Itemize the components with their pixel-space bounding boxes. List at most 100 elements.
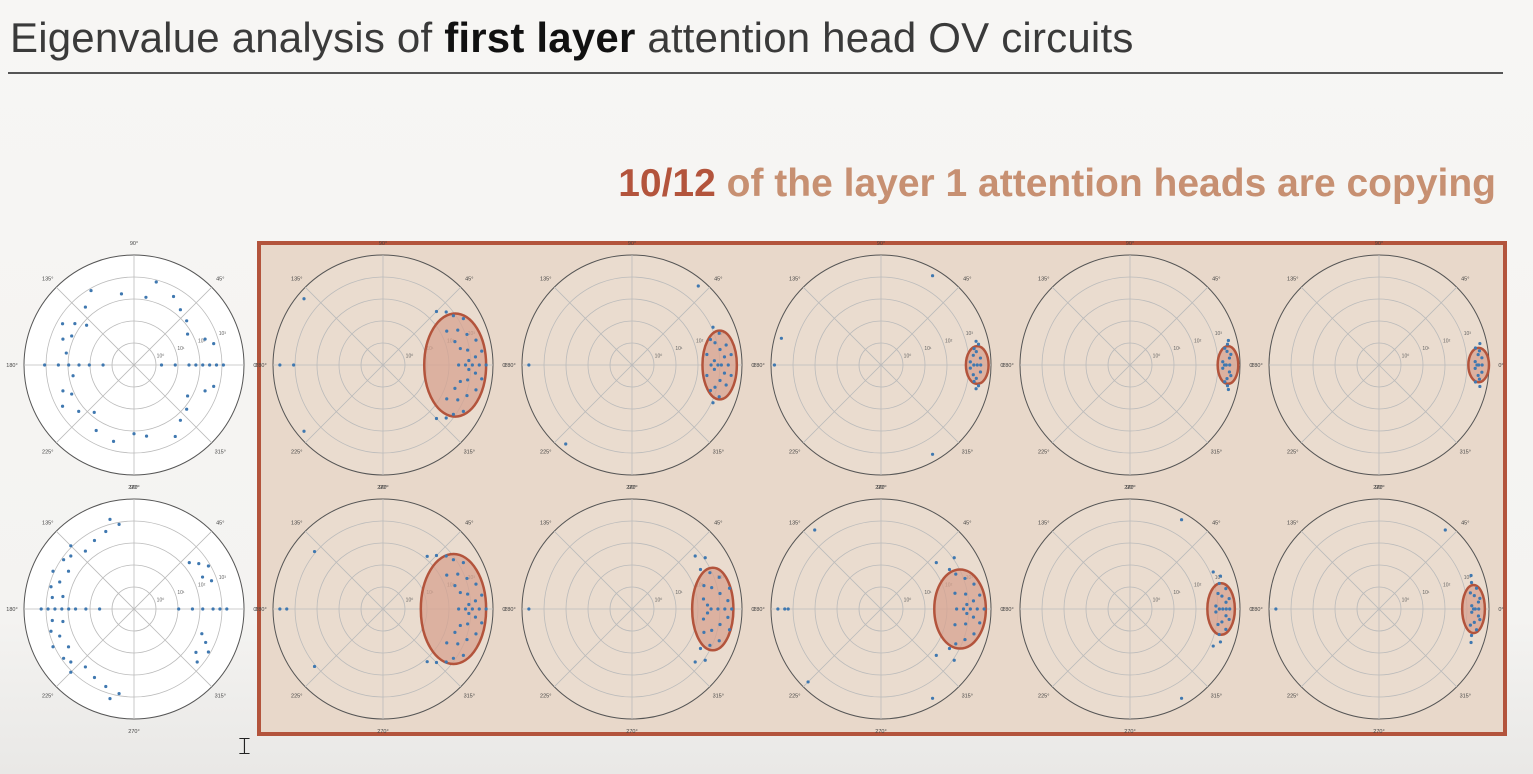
radial-tick-label: 10¹ [924,346,932,352]
eigenvalue-point [312,664,317,669]
eigenvalue-point [1274,607,1278,611]
eigenvalue-point [705,373,709,378]
radial-tick-label: 10³ [966,331,974,337]
angle-tick-label: 315° [1211,693,1222,699]
angle-tick-label: 225° [1038,693,1049,699]
eigenvalue-point [978,593,982,597]
eigenvalue-point [972,346,976,351]
eigenvalue-point [451,314,455,318]
eigenvalue-point [61,337,65,341]
angle-tick-label: 135° [1287,521,1298,527]
eigenvalue-point [61,389,65,393]
angle-tick-label: 135° [42,277,53,283]
eigenvalue-point [451,558,455,562]
angle-tick-label: 180° [6,607,17,613]
eigenvalue-point [171,294,176,299]
angle-tick-label: 315° [962,693,973,699]
eigenvalue-point [717,575,721,579]
angle-tick-label: 45° [1212,521,1220,527]
eigenvalue-point [461,560,465,565]
angle-tick-label: 180° [1251,363,1262,369]
eigenvalue-point [954,642,958,646]
angle-tick-label: 90° [628,241,636,247]
eigenvalue-point [203,389,207,393]
angle-tick-label: 90° [130,485,138,491]
angle-tick-label: 270° [1124,729,1135,735]
eigenvalue-point [1229,352,1233,357]
eigenvalue-point [963,637,967,642]
eigenvalue-point [425,554,429,558]
radial-tick-label: 10¹ [1422,590,1430,596]
eigenvalue-point [73,607,78,611]
eigenvalue-point [1218,640,1223,644]
eigenvalue-point [1473,380,1478,384]
eigenvalue-point [1179,518,1184,522]
eigenvalue-point [705,352,709,357]
angle-tick-label: 135° [789,521,800,527]
angle-tick-label: 45° [465,521,473,527]
eigenvalue-point [463,607,468,611]
eigenvalue-point [453,584,457,588]
angle-tick-label: 45° [216,521,224,527]
eigenvalue-point [1220,594,1224,598]
eigenvalue-point [144,434,149,438]
eigenvalue-point [190,607,195,611]
angle-tick-label: 45° [1461,521,1469,527]
angle-tick-label: 135° [789,277,800,283]
eigenvalue-point [66,569,71,573]
polar-plot-11: 0°45°90°135°180°225°270°315°10⁰10¹10²10³ [1002,485,1254,735]
eigenvalue-point [67,607,71,611]
angle-tick-label: 180° [1002,607,1013,613]
eigenvalue-point [221,363,225,367]
eigenvalue-point [1224,587,1228,591]
copying-region-ellipse [701,329,739,401]
eigenvalue-point [1224,607,1228,611]
eigenvalue-point [713,385,717,389]
eigenvalue-point [480,621,484,625]
eigenvalue-point [51,645,55,649]
eigenvalue-point [930,274,935,278]
eigenvalue-point [214,363,219,367]
eigenvalue-point [51,569,55,573]
eigenvalue-point [458,590,462,595]
eigenvalue-point [701,597,706,601]
eigenvalue-point [1224,627,1228,631]
eigenvalue-point [1216,591,1220,596]
angle-tick-label: 90° [877,241,885,247]
angle-tick-label: 135° [42,521,53,527]
angle-tick-label: 225° [540,449,551,455]
eigenvalue-point [87,363,91,367]
eigenvalue-point [698,646,703,651]
radial-tick-label: 10⁰ [904,597,912,603]
angle-tick-label: 0° [1498,607,1503,613]
eigenvalue-point [1223,380,1227,384]
polar-plot-5: 0°45°90°135°180°225°270°315°10⁰10¹10²10³ [1002,241,1254,491]
eigenvalue-point [453,340,457,344]
eigenvalue-point [83,665,87,669]
eigenvalue-point [43,363,47,367]
eigenvalue-point [66,645,71,649]
polar-plot-2: 0°45°90°135°180°225°270°315°10⁰10¹10²10³ [255,241,507,491]
eigenvalue-point [963,576,967,581]
eigenvalue-point [1469,640,1473,645]
copying-region-ellipse [419,552,488,666]
eigenvalue-point [50,595,54,600]
eigenvalue-point [1217,607,1221,611]
eigenvalue-point [783,607,787,611]
angle-tick-label: 180° [255,363,266,369]
eigenvalue-point [1224,614,1228,618]
eigenvalue-point [971,599,976,603]
eigenvalue-point [71,374,75,378]
eigenvalue-point [302,297,306,301]
eigenvalue-point [104,529,108,534]
eigenvalue-point [465,576,469,581]
angle-tick-label: 225° [42,693,53,699]
angle-tick-label: 315° [464,693,475,699]
eigenvalue-point [806,680,810,684]
eigenvalue-point [975,607,979,611]
eigenvalue-point [564,442,568,446]
eigenvalue-point [1468,623,1473,627]
eigenvalue-point [84,607,88,611]
radial-tick-label: 10¹ [1173,346,1181,352]
eigenvalue-point [698,567,703,572]
